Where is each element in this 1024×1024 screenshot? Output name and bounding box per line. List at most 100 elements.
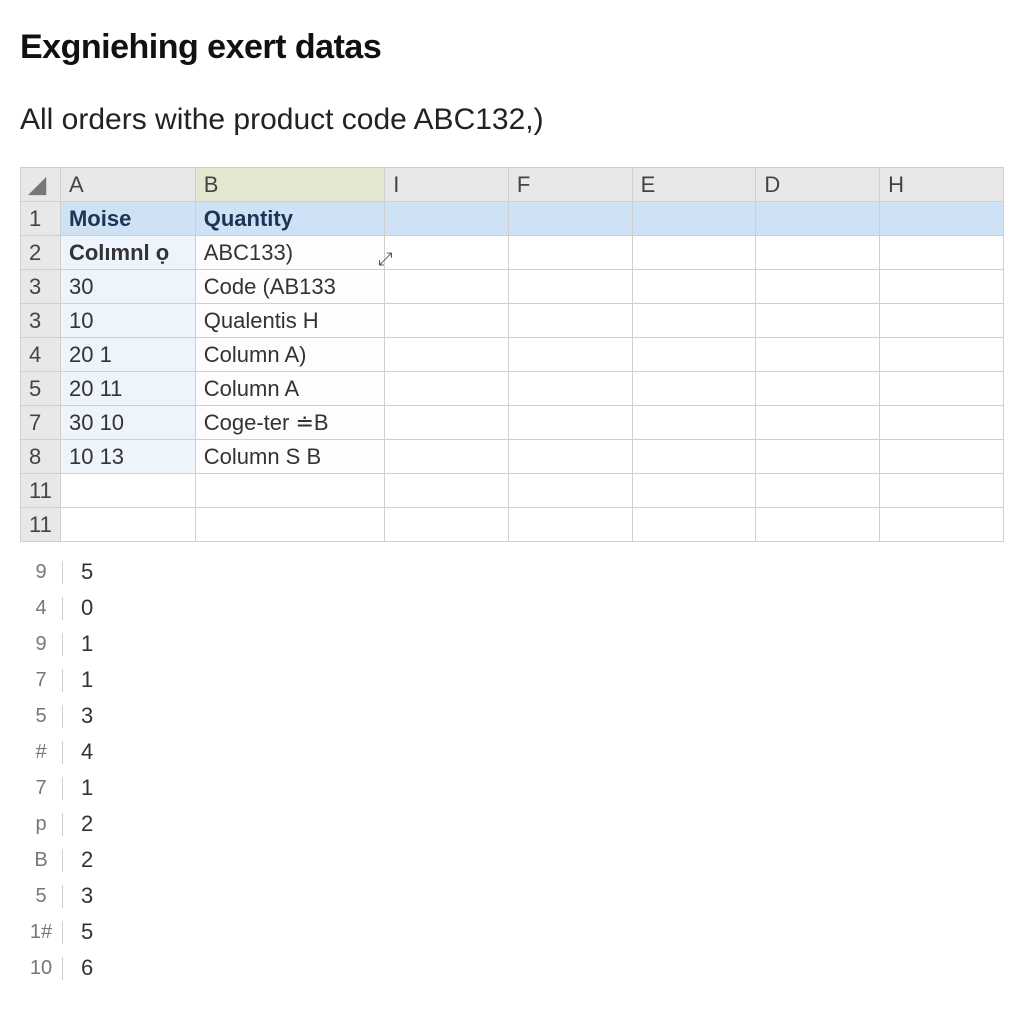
cell[interactable]	[632, 236, 756, 270]
cell[interactable]	[508, 508, 632, 542]
row-header[interactable]: 5	[21, 372, 61, 406]
row-header[interactable]: 11	[21, 474, 61, 508]
cell[interactable]	[880, 338, 1004, 372]
cell[interactable]: 1	[81, 667, 121, 693]
cell[interactable]	[385, 304, 509, 338]
cell[interactable]: Colımnl ọ	[60, 236, 195, 270]
cell[interactable]	[880, 406, 1004, 440]
cell[interactable]: Column S B	[195, 440, 384, 474]
cell[interactable]	[632, 270, 756, 304]
cell[interactable]	[195, 508, 384, 542]
cell[interactable]	[632, 508, 756, 542]
cell[interactable]: 5	[81, 919, 121, 945]
cell-A1[interactable]: Moise	[60, 202, 195, 236]
cell[interactable]: 30	[60, 270, 195, 304]
col-header-H[interactable]: H	[880, 168, 1004, 202]
row-header[interactable]: 2	[21, 236, 61, 270]
cell[interactable]: Column A	[195, 372, 384, 406]
row-header[interactable]: 4	[21, 338, 61, 372]
cell[interactable]	[756, 372, 880, 406]
cell[interactable]	[632, 474, 756, 508]
cell[interactable]	[756, 338, 880, 372]
cell[interactable]	[880, 508, 1004, 542]
cell[interactable]	[60, 474, 195, 508]
cell[interactable]	[508, 202, 632, 236]
cell[interactable]	[880, 202, 1004, 236]
cell[interactable]: ABC133) ⤢	[195, 236, 384, 270]
cell[interactable]	[756, 304, 880, 338]
cell[interactable]	[756, 440, 880, 474]
cell[interactable]	[508, 406, 632, 440]
row-header[interactable]: 3	[21, 270, 61, 304]
cell[interactable]: Code (AB133	[195, 270, 384, 304]
col-header-F[interactable]: F	[508, 168, 632, 202]
cell[interactable]	[880, 474, 1004, 508]
cell[interactable]	[756, 202, 880, 236]
row-header[interactable]: 10	[20, 957, 63, 980]
row-header[interactable]: 5	[20, 705, 63, 728]
cell[interactable]: 10	[60, 304, 195, 338]
select-all-corner[interactable]: ◢	[21, 168, 61, 202]
col-header-I[interactable]: I	[385, 168, 509, 202]
cell[interactable]	[385, 202, 509, 236]
row-header[interactable]: 7	[20, 777, 63, 800]
cell[interactable]: 4	[81, 739, 121, 765]
row-header[interactable]: 11	[21, 508, 61, 542]
cell[interactable]	[632, 440, 756, 474]
col-header-A[interactable]: A	[60, 168, 195, 202]
cell[interactable]	[632, 202, 756, 236]
cell[interactable]	[756, 236, 880, 270]
cell[interactable]	[756, 270, 880, 304]
cell[interactable]	[880, 372, 1004, 406]
cell[interactable]	[385, 372, 509, 406]
cell[interactable]	[756, 508, 880, 542]
col-header-E[interactable]: E	[632, 168, 756, 202]
cell[interactable]	[880, 304, 1004, 338]
cell[interactable]: 20 1	[60, 338, 195, 372]
cell[interactable]	[385, 270, 509, 304]
cell[interactable]	[880, 270, 1004, 304]
cell[interactable]	[385, 474, 509, 508]
row-header[interactable]: 7	[20, 669, 63, 692]
cell[interactable]	[508, 474, 632, 508]
cell[interactable]	[385, 508, 509, 542]
row-header[interactable]: 3	[21, 304, 61, 338]
row-header[interactable]: 5	[20, 885, 63, 908]
cell[interactable]: 2	[81, 847, 121, 873]
cell[interactable]: 1	[81, 775, 121, 801]
cell[interactable]	[632, 406, 756, 440]
cell[interactable]	[508, 236, 632, 270]
cell[interactable]	[385, 440, 509, 474]
row-header[interactable]: p	[20, 813, 63, 836]
cell[interactable]	[508, 372, 632, 406]
cell[interactable]: 3	[81, 703, 121, 729]
row-header[interactable]: 7	[21, 406, 61, 440]
row-header[interactable]: 9	[20, 561, 63, 584]
spreadsheet[interactable]: ◢ A B I F E D H 1 Moise Quantity 2 Colım…	[20, 167, 1004, 542]
row-header[interactable]: 1	[21, 202, 61, 236]
cell[interactable]	[508, 270, 632, 304]
cell[interactable]: 1	[81, 631, 121, 657]
cell[interactable]	[756, 474, 880, 508]
cell[interactable]	[195, 474, 384, 508]
cell[interactable]: 0	[81, 595, 121, 621]
row-header[interactable]: 9	[20, 633, 63, 656]
cell-B1[interactable]: Quantity	[195, 202, 384, 236]
cell[interactable]	[508, 304, 632, 338]
row-header[interactable]: 8	[21, 440, 61, 474]
row-header[interactable]: 4	[20, 597, 63, 620]
cell[interactable]: Qualentis H	[195, 304, 384, 338]
cell[interactable]	[508, 440, 632, 474]
cell[interactable]	[756, 406, 880, 440]
cell[interactable]	[508, 338, 632, 372]
row-header[interactable]: 1#	[20, 921, 63, 944]
cell[interactable]: 10 13	[60, 440, 195, 474]
cell[interactable]: 3	[81, 883, 121, 909]
cell[interactable]: 6	[81, 955, 121, 981]
cell[interactable]	[880, 236, 1004, 270]
cell[interactable]	[632, 338, 756, 372]
cell[interactable]: Coge-ter ≐B	[195, 406, 384, 440]
cell[interactable]	[385, 406, 509, 440]
row-header[interactable]: B	[20, 849, 63, 872]
col-header-D[interactable]: D	[756, 168, 880, 202]
